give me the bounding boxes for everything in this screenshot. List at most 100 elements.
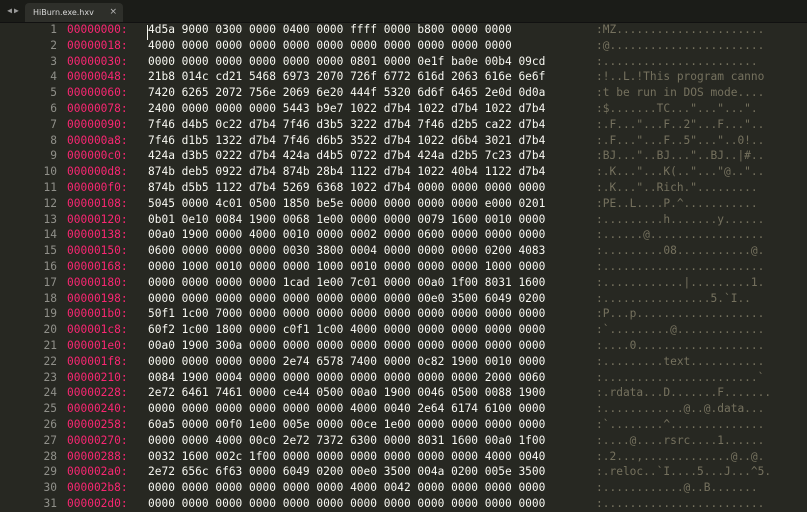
hex-row[interactable]: 12 00000108: 5045 0000 4c01 0500 1850 be5e… [0,196,807,212]
hex-bytes[interactable]: 0000 0000 0000 0000 2e74 6578 7400 0000 … [148,354,545,370]
ascii-text[interactable]: :.2...,.............@..@. [596,449,764,465]
ascii-text[interactable]: :................5.`I.. [596,291,751,307]
ascii-text[interactable]: :`........^.............. [596,417,764,433]
hex-row[interactable]: 18 00000198: 0000 0000 0000 0000 0000 0000… [0,291,807,307]
hex-bytes[interactable]: 7420 6265 2072 756e 2069 6e20 444f 5320 … [148,85,545,101]
ascii-text[interactable]: :.K..."...K(.."..."@..".. [596,164,764,180]
ascii-text[interactable]: :............@..@.data... [596,401,764,417]
hex-editor[interactable]: 1 00000000: 4d5a 9000 0300 0000 0400 0000 … [0,22,807,510]
hex-row[interactable]: 30 000002b8: 0000 0000 0000 0000 0000 0000… [0,480,807,496]
hex-bytes[interactable]: 21b8 014c cd21 5468 6973 2070 726f 6772 … [148,69,545,85]
ascii-text[interactable]: :.........08...........@. [596,243,764,259]
hex-row[interactable]: 10 000000d8: 874b deb5 0922 d7b4 874b 28b4… [0,164,807,180]
ascii-text[interactable]: :......@................. [596,227,764,243]
ascii-text[interactable]: :@....................... [596,38,764,54]
hex-bytes[interactable]: 0032 1600 002c 1f00 0000 0000 0000 0000 … [148,449,545,465]
ascii-text[interactable]: :PE..L....P.^........... [596,196,758,212]
hex-row[interactable]: 19 000001b0: 50f1 1c00 7000 0000 0000 0000… [0,306,807,322]
hex-row[interactable]: 1 00000000: 4d5a 9000 0300 0000 0400 0000 … [0,22,807,40]
ascii-text[interactable]: :`.........@............. [596,322,764,338]
back-arrow-icon[interactable]: ◀ [7,0,12,22]
hex-bytes[interactable]: 424a d3b5 0222 d7b4 424a d4b5 0722 d7b4 … [148,148,545,164]
ascii-text[interactable]: :MZ...................... [596,22,764,38]
hex-row[interactable]: 14 00000138: 00a0 1900 0000 4000 0010 0000… [0,227,807,243]
hex-row[interactable]: 20 000001c8: 60f2 1c00 1800 0000 c0f1 1c00… [0,322,807,338]
address-offset: 00000228: [67,386,128,400]
ascii-text[interactable]: :....@....rsrc....1...... [596,433,764,449]
ascii-text[interactable]: :BJ..."..BJ..."..BJ..|#.. [596,148,764,164]
ascii-text[interactable]: :!..L.!This program canno [596,69,764,85]
hex-row[interactable]: 8 000000a8: 7f46 d1b5 1322 d7b4 7f46 d6b5 … [0,133,807,149]
ascii-text[interactable]: :.reloc..`I....5...J...^5. [596,464,771,480]
forward-arrow-icon[interactable]: ▶ [14,0,19,22]
hex-bytes[interactable]: 0000 0000 0000 0000 0000 0000 0000 0000 … [148,496,545,512]
hex-bytes[interactable]: 50f1 1c00 7000 0000 0000 0000 0000 0000 … [148,306,545,322]
ascii-text[interactable]: :t be run in DOS mode.... [596,85,764,101]
hex-bytes[interactable]: 0000 0000 0000 0000 1cad 1e00 7c01 0000 … [148,275,545,291]
hex-row[interactable]: 21 000001e0: 00a0 1900 300a 0000 0000 0000… [0,338,807,354]
hex-row[interactable]: 9 000000c0: 424a d3b5 0222 d7b4 424a d4b5 … [0,148,807,164]
hex-bytes[interactable]: 60f2 1c00 1800 0000 c0f1 1c00 4000 0000 … [148,322,545,338]
ascii-text[interactable]: :....0................... [596,338,764,354]
ascii-text[interactable]: :........................ [596,259,764,275]
hex-bytes[interactable]: 5045 0000 4c01 0500 1850 be5e 0000 0000 … [148,196,545,212]
ascii-text[interactable]: :P...p................... [596,306,764,322]
hex-row[interactable]: 29 000002a0: 2e72 656c 6f63 0000 6049 0200… [0,464,807,480]
hex-row[interactable]: 13 00000120: 0b01 0e10 0084 1900 0068 1e00… [0,212,807,228]
hex-bytes[interactable]: 2e72 6461 7461 0000 ce44 0500 00a0 1900 … [148,385,545,401]
hex-row[interactable]: 4 00000048: 21b8 014c cd21 5468 6973 2070 … [0,69,807,85]
hex-row[interactable]: 17 00000180: 0000 0000 0000 0000 1cad 1e00… [0,275,807,291]
hex-row[interactable]: 26 00000258: 60a5 0000 00f0 1e00 005e 0000… [0,417,807,433]
hex-bytes[interactable]: 2e72 656c 6f63 0000 6049 0200 00e0 3500 … [148,464,545,480]
hex-bytes[interactable]: 2400 0000 0000 0000 5443 b9e7 1022 d7b4 … [148,101,545,117]
ascii-text[interactable]: :.rdata...D.......F....... [596,385,771,401]
hex-row[interactable]: 15 00000150: 0600 0000 0000 0000 0030 3800… [0,243,807,259]
hex-bytes[interactable]: 4d5a 9000 0300 0000 0400 0000 ffff 0000 … [148,22,512,38]
hex-row[interactable]: 7 00000090: 7f46 d4b5 0c22 d7b4 7f46 d3b5 … [0,117,807,133]
hex-bytes[interactable]: 0000 0000 0000 0000 0000 0000 0801 0000 … [148,54,545,70]
ascii-text[interactable]: :.F..."...F..2"...F...".. [596,117,764,133]
hex-row[interactable]: 2 00000018: 4000 0000 0000 0000 0000 0000 … [0,38,807,54]
hex-bytes[interactable]: 874b deb5 0922 d7b4 874b 28b4 1122 d7b4 … [148,164,545,180]
hex-row[interactable]: 23 00000210: 0084 1900 0004 0000 0000 0000… [0,370,807,386]
ascii-text[interactable]: :.K..."..Rich."......... [596,180,758,196]
hex-row[interactable]: 24 00000228: 2e72 6461 7461 0000 ce44 0500… [0,385,807,401]
hex-bytes[interactable]: 7f46 d4b5 0c22 d7b4 7f46 d3b5 3222 d7b4 … [148,117,545,133]
ascii-text[interactable]: :........................ [596,496,764,512]
hex-bytes[interactable]: 0000 0000 0000 0000 0000 0000 4000 0040 … [148,401,545,417]
hex-bytes[interactable]: 874b d5b5 1122 d7b4 5269 6368 1022 d7b4 … [148,180,545,196]
tab-hiburn-hxv[interactable]: HiBurn.exe.hxv × [25,3,123,22]
ascii-text[interactable]: :............@..B....... [596,480,758,496]
hex-bytes[interactable]: 0000 1000 0010 0000 0000 1000 0010 0000 … [148,259,545,275]
ascii-text[interactable]: :.........text........... [596,354,764,370]
address-offset: 00000138: [67,228,128,242]
hex-bytes[interactable]: 0b01 0e10 0084 1900 0068 1e00 0000 0000 … [148,212,545,228]
hex-row[interactable]: 5 00000060: 7420 6265 2072 756e 2069 6e20 … [0,85,807,101]
hex-bytes[interactable]: 0084 1900 0004 0000 0000 0000 0000 0000 … [148,370,545,386]
hex-row[interactable]: 27 00000270: 0000 0000 4000 00c0 2e72 7372… [0,433,807,449]
hex-row[interactable]: 3 00000030: 0000 0000 0000 0000 0000 0000 … [0,54,807,70]
hex-bytes[interactable]: 0000 0000 4000 00c0 2e72 7372 6300 0000 … [148,433,545,449]
hex-bytes[interactable]: 0600 0000 0000 0000 0030 3800 0004 0000 … [148,243,545,259]
hex-bytes[interactable]: 60a5 0000 00f0 1e00 005e 0000 00ce 1e00 … [148,417,545,433]
hex-row[interactable]: 22 000001f8: 0000 0000 0000 0000 2e74 6578… [0,354,807,370]
ascii-text[interactable]: :....................... [596,54,758,70]
hex-bytes[interactable]: 00a0 1900 300a 0000 0000 0000 0000 0000 … [148,338,545,354]
hex-row[interactable]: 31 000002d0: 0000 0000 0000 0000 0000 0000… [0,496,807,512]
hex-bytes[interactable]: 0000 0000 0000 0000 0000 0000 0000 0000 … [148,291,545,307]
ascii-text[interactable]: :.......................` [596,370,764,386]
hex-bytes[interactable]: 4000 0000 0000 0000 0000 0000 0000 0000 … [148,38,512,54]
hex-row[interactable]: 6 00000078: 2400 0000 0000 0000 5443 b9e7 … [0,101,807,117]
hex-bytes[interactable]: 00a0 1900 0000 4000 0010 0000 0002 0000 … [148,227,545,243]
ascii-text[interactable]: :............|.........1. [596,275,764,291]
ascii-text[interactable]: :$.......TC..."..."...". [596,101,758,117]
hex-row[interactable]: 16 00000168: 0000 1000 0010 0000 0000 1000… [0,259,807,275]
ascii-text[interactable]: :.F..."...F..5"..."..0!.. [596,133,764,149]
hex-bytes[interactable]: 7f46 d1b5 1322 d7b4 7f46 d6b5 3522 d7b4 … [148,133,545,149]
hex-row[interactable]: 28 00000288: 0032 1600 002c 1f00 0000 0000… [0,449,807,465]
hex-row[interactable]: 25 00000240: 0000 0000 0000 0000 0000 0000… [0,401,807,417]
hex-bytes[interactable]: 0000 0000 0000 0000 0000 0000 4000 0042 … [148,480,545,496]
hex-row[interactable]: 11 000000f0: 874b d5b5 1122 d7b4 5269 6368… [0,180,807,196]
ascii-text[interactable]: :.........h.......y...... [596,212,764,228]
close-icon[interactable]: × [109,7,117,18]
